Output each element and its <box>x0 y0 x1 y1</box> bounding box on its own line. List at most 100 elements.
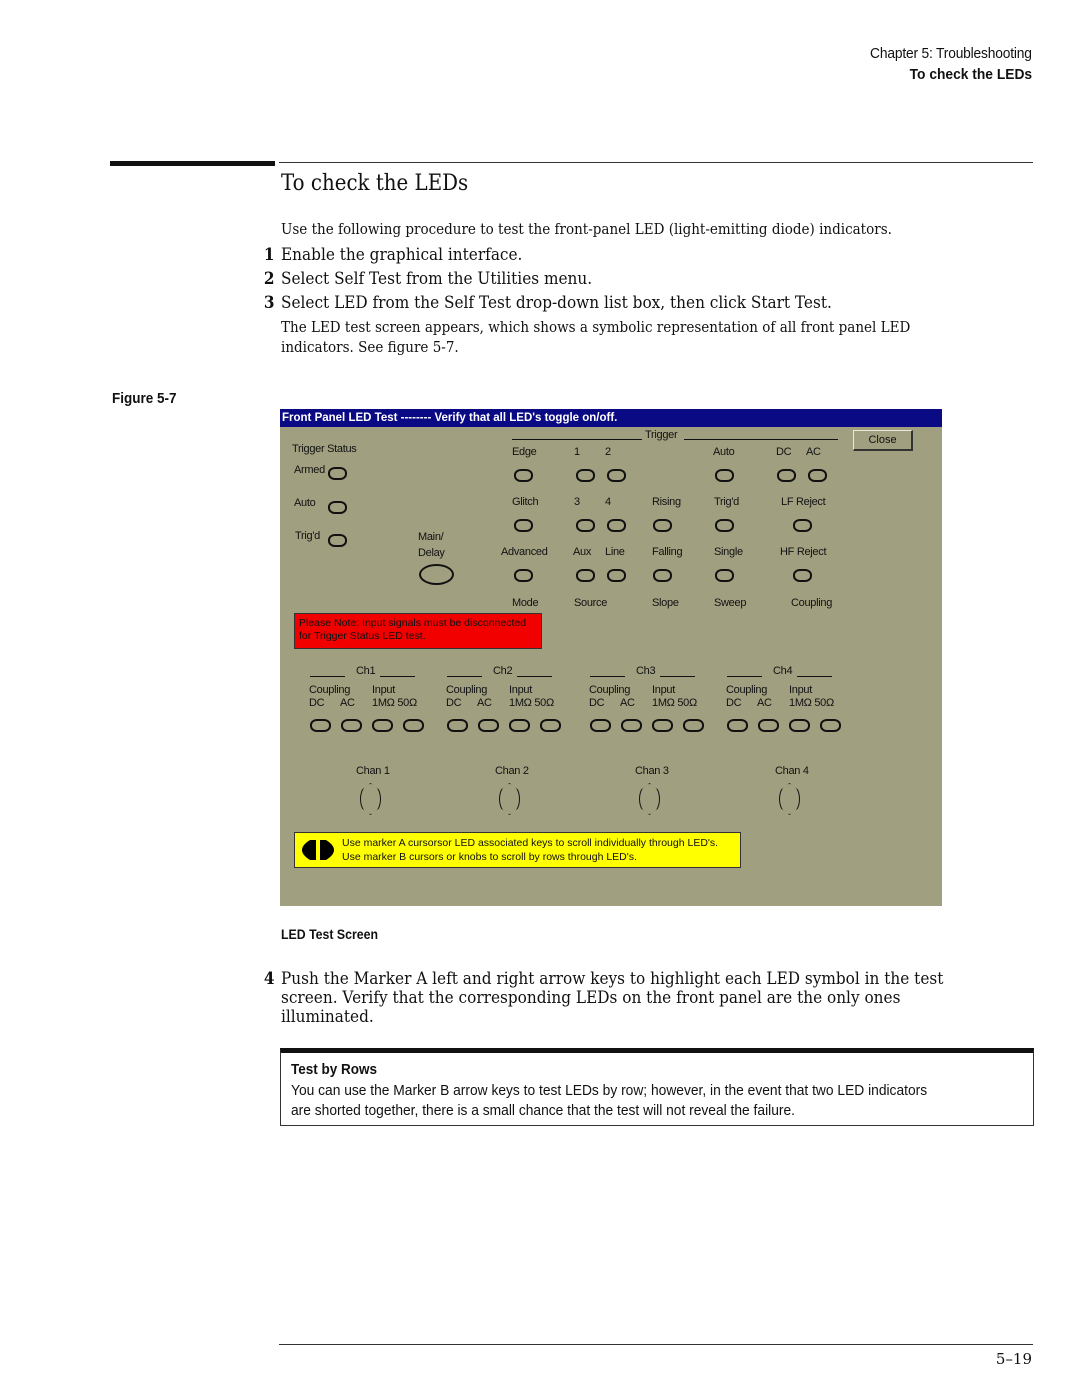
led-chan-1[interactable] <box>360 783 381 815</box>
step-text: Enable the graphical interface. <box>281 245 523 265</box>
section-rule-thin <box>279 162 1033 163</box>
note-line-2: are shorted together, there is a small c… <box>291 1102 795 1119</box>
dc-label: DC <box>726 697 742 709</box>
led-ch3-1m[interactable] <box>652 719 673 732</box>
source-3-label: 3 <box>574 496 580 508</box>
led-ch4-50[interactable] <box>820 719 841 732</box>
step-2: 2 Select Self Test from the Utilities men… <box>264 267 593 291</box>
led-chan-4[interactable] <box>779 783 800 815</box>
led-coupling-ac[interactable] <box>808 469 827 482</box>
input-label: Input <box>789 684 812 696</box>
step-number: 4 <box>263 969 275 989</box>
step-text: Select Self Test from the Utilities menu… <box>281 269 593 289</box>
channel-heading: Ch2 <box>493 665 513 677</box>
led-source-3[interactable] <box>576 519 595 532</box>
main-label: Main/ <box>418 531 444 543</box>
led-armed[interactable] <box>328 467 347 480</box>
channel-heading: Ch4 <box>773 665 793 677</box>
group-coupling-label: Coupling <box>791 597 833 609</box>
step-number: 1 <box>263 245 275 265</box>
channel-heading-line-left <box>590 676 625 677</box>
led-glitch[interactable] <box>514 519 533 532</box>
source-1-label: 1 <box>574 446 580 458</box>
led-edge[interactable] <box>514 469 533 482</box>
trigger-status-heading: Trigger Status <box>292 443 357 455</box>
led-test-dialog: Front Panel LED Test -------- Verify tha… <box>280 409 942 906</box>
lf-reject-label: LF Reject <box>781 496 826 508</box>
close-button[interactable]: Close <box>853 430 913 451</box>
led-lf-reject[interactable] <box>793 519 812 532</box>
coupling-label: Coupling <box>309 684 351 696</box>
led-aux[interactable] <box>576 569 595 582</box>
led-single[interactable] <box>715 569 734 582</box>
led-chan-3[interactable] <box>639 783 660 815</box>
coupling-label: Coupling <box>589 684 631 696</box>
glitch-label: Glitch <box>512 496 539 508</box>
led-ch2-ac[interactable] <box>478 719 499 732</box>
channel-heading: Ch1 <box>356 665 376 677</box>
coupling-label: Coupling <box>446 684 488 696</box>
led-rising[interactable] <box>653 519 672 532</box>
led-ch4-1m[interactable] <box>789 719 810 732</box>
group-mode-label: Mode <box>512 597 539 609</box>
led-advanced[interactable] <box>514 569 533 582</box>
led-coupling-dc[interactable] <box>777 469 796 482</box>
dc-label: DC <box>589 697 605 709</box>
led-chan-2[interactable] <box>499 783 520 815</box>
led-ch3-dc[interactable] <box>590 719 611 732</box>
armed-label: Armed <box>294 464 325 476</box>
led-main-delay[interactable] <box>419 564 454 585</box>
running-header-section: To check the LEDs <box>909 66 1032 83</box>
led-ch1-dc[interactable] <box>310 719 331 732</box>
channel-heading: Ch3 <box>636 665 656 677</box>
dialog-title-bar: Front Panel LED Test -------- Verify tha… <box>280 409 942 427</box>
edge-label: Edge <box>512 446 537 458</box>
led-ch2-1m[interactable] <box>509 719 530 732</box>
rising-label: Rising <box>652 496 681 508</box>
led-ch2-dc[interactable] <box>447 719 468 732</box>
advanced-label: Advanced <box>501 546 548 558</box>
aux-label: Aux <box>573 546 592 558</box>
led-ch3-ac[interactable] <box>621 719 642 732</box>
led-ch2-50[interactable] <box>540 719 561 732</box>
led-ch4-dc[interactable] <box>727 719 748 732</box>
coupling-ac-label: AC <box>806 446 821 458</box>
coupling-label: Coupling <box>726 684 768 696</box>
led-hf-reject[interactable] <box>793 569 812 582</box>
led-source-4[interactable] <box>607 519 626 532</box>
led-ch3-50[interactable] <box>683 719 704 732</box>
led-status-trigd[interactable] <box>328 534 347 547</box>
trigd-label: Trig'd <box>295 530 320 542</box>
ac-label: AC <box>477 697 492 709</box>
ac-label: AC <box>620 697 635 709</box>
trigger-heading-line-right <box>684 439 838 440</box>
step-1: 1 Enable the graphical interface. <box>264 243 523 267</box>
led-ch4-ac[interactable] <box>758 719 779 732</box>
page-number: 5–19 <box>995 1350 1032 1368</box>
hf-reject-label: HF Reject <box>780 546 827 558</box>
led-source-2[interactable] <box>607 469 626 482</box>
led-status-auto[interactable] <box>328 501 347 514</box>
led-sweep-trigd[interactable] <box>715 519 734 532</box>
led-ch1-1m[interactable] <box>372 719 393 732</box>
led-sweep-auto[interactable] <box>715 469 734 482</box>
trigger-heading-line-left <box>512 439 642 440</box>
led-falling[interactable] <box>653 569 672 582</box>
step-number: 3 <box>263 293 275 313</box>
led-source-1[interactable] <box>576 469 595 482</box>
figure-caption: LED Test Screen <box>281 926 379 942</box>
warning-line-1: Please Note: Input signals must be disco… <box>299 617 527 629</box>
dc-label: DC <box>446 697 462 709</box>
input-label: Input <box>372 684 395 696</box>
section-title: To check the LEDs <box>281 171 469 196</box>
falling-label: Falling <box>652 546 683 558</box>
trigger-status-warning: Please Note: Input signals must be disco… <box>294 613 542 649</box>
channel-heading-line-left <box>727 676 762 677</box>
led-ch1-ac[interactable] <box>341 719 362 732</box>
step-number: 2 <box>263 269 275 289</box>
dc-label: DC <box>309 697 325 709</box>
led-line[interactable] <box>607 569 626 582</box>
step-text: Select LED from the Self Test drop-down … <box>281 293 832 313</box>
led-ch1-50[interactable] <box>403 719 424 732</box>
hint-line-2: Use marker B cursors or knobs to scroll … <box>342 851 637 863</box>
